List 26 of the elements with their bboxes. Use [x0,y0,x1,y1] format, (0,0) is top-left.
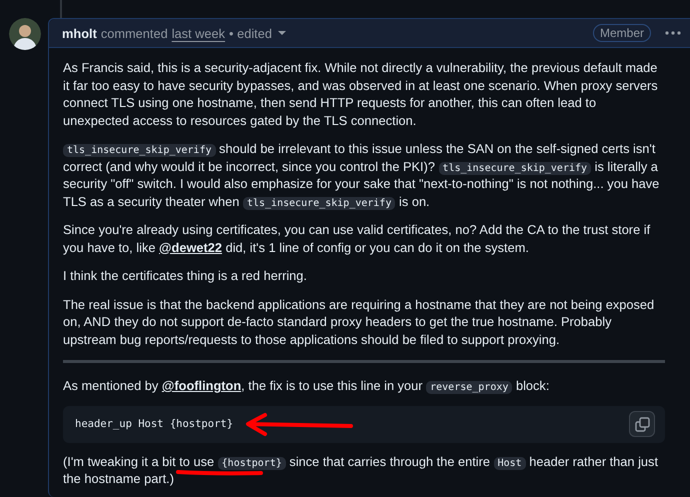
inline-code: tls_insecure_skip_verify [242,196,396,210]
paragraph: I think the certificates thing is a red herring. [63,267,308,284]
author-link[interactable]: mholt [62,26,97,40]
caret-icon [278,31,286,35]
member-badge: Member [592,24,651,42]
inline-code: tls_insecure_skip_verify [438,162,592,174]
mention-link[interactable]: @fooflington [162,378,242,393]
paragraph: As Francis said, this is a security-adjacent fix. While not directly a vulnerability, the previous default made it far too easy to have security bypasses, and was observed in at least one scenario. When proxy servers connect TLS using one hostname, then send HTTP requests for another, this can often lead to unexpected access to resources gated by the TLS connection. [63,59,659,129]
inline-code: Host [494,456,526,470]
avatar-icon [9,18,41,50]
inline-code: {hostport} [218,456,286,470]
copy-button[interactable] [629,411,655,437]
paragraph: The real issue is that the backend applications are requiring a hostname that they are not being exposed on, AND they do not support de-facto standard proxy headers to get the true hostname. Probably upstream bug reports/requests to those applications should be filed to support proxying. [63,296,656,348]
more-options-icon[interactable] [665,31,681,35]
timestamp-link[interactable]: last week [172,26,226,40]
code-line: header_up Host {hostport} [75,418,234,430]
inline-code: tls_insecure_skip_verify [63,144,216,157]
copy-icon [634,416,650,432]
comment-action: commented [100,26,168,40]
paragraph: As mentioned by @fooflington, the fix is to use this line in your reverse_proxy block: [63,377,550,394]
mention-link[interactable]: @dewet22 [159,240,222,254]
edited-dropdown[interactable]: • edited [229,26,286,40]
inline-code: reverse_proxy [426,381,512,394]
paragraph: (I'm tweaking it a bit to use {hostport} since that carries through the entire Host header rather than just the hostname part.) [63,452,660,488]
paragraph: tls_insecure_skip_verify should be irrelevant to this issue unless the SAN on the self-signed certs isn't correct (and why would it be incorrect, since you control the PKI)? tls_insecure_skip_verify is literally a security "off" switch. I would also emphasize for your sake that "next-to-nothing" is not nothing... you have TLS as a security theater when tls_insecure_skip_verify is on. [63,140,660,210]
paragraph: Since you're already using certificates, you can use valid certificates, no? Add the CA to the trust store if you have to, like @dewet22 did, it's 1 line of config or you can do it on the system. [63,221,652,256]
